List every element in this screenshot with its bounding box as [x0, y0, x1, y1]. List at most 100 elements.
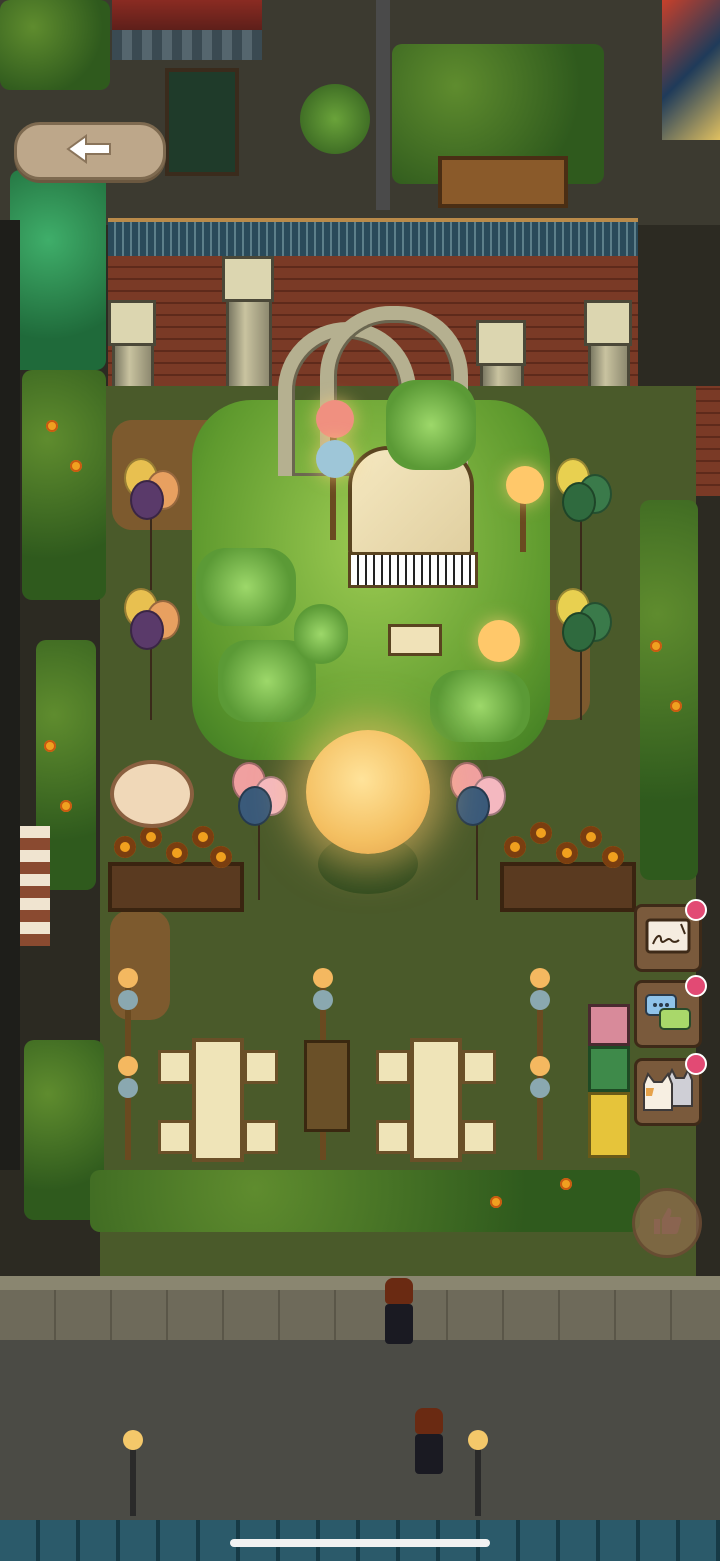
- sunflower: [192, 826, 214, 848]
- chat-bubbles-icon: [644, 991, 692, 1037]
- lamp-ball: [118, 990, 138, 1010]
- park-bench-top: [438, 156, 568, 208]
- street-lamp-light: [468, 1430, 488, 1450]
- npc-character[interactable]: [415, 1408, 443, 1474]
- service-cart[interactable]: [304, 1040, 350, 1132]
- sunflower: [580, 826, 602, 848]
- piano-keys: [348, 552, 478, 588]
- arrow-left-icon: [66, 134, 114, 168]
- balloon: [562, 612, 596, 652]
- bottom-hedge-row: [90, 1170, 640, 1232]
- sunflower: [530, 822, 552, 844]
- pillar-cap: [476, 320, 526, 366]
- lamp-globe: [316, 440, 354, 478]
- sunflower-bed-left: [108, 862, 244, 912]
- character-head: [415, 1408, 443, 1434]
- striped-awning: [20, 826, 50, 946]
- flower-bush: [386, 380, 476, 470]
- pink-locker[interactable]: [588, 1004, 630, 1046]
- thumbs-up-button[interactable]: [632, 1188, 702, 1258]
- teacup-decoration: [110, 760, 194, 828]
- lamp-ball: [530, 990, 550, 1010]
- balloon-string: [580, 640, 582, 720]
- game-scene[interactable]: [0, 0, 720, 1561]
- lamp-globe: [478, 620, 520, 662]
- top-hedge-left: [0, 0, 110, 90]
- street-lamp: [130, 1440, 136, 1516]
- chair[interactable]: [244, 1050, 278, 1084]
- chair[interactable]: [158, 1120, 192, 1154]
- sunflower: [504, 836, 526, 858]
- street-lamp: [475, 1440, 481, 1516]
- chair[interactable]: [244, 1120, 278, 1154]
- lamp-ball: [313, 968, 333, 988]
- sunflower-bed-right: [500, 862, 636, 912]
- notification-badge: [685, 899, 707, 921]
- balloon-string: [150, 640, 152, 720]
- marigold: [560, 1178, 572, 1190]
- character-body: [415, 1434, 443, 1474]
- balloon: [456, 786, 490, 826]
- sidewalk: [0, 1290, 720, 1340]
- road: [0, 1340, 720, 1520]
- pillar-cap: [108, 300, 156, 346]
- chair[interactable]: [158, 1050, 192, 1084]
- lamp-globe: [506, 466, 544, 504]
- chair[interactable]: [462, 1050, 496, 1084]
- marigold: [70, 460, 82, 472]
- marigold: [670, 700, 682, 712]
- mural-wall: [662, 0, 720, 140]
- potted-plant-top: [300, 84, 370, 154]
- sunflower: [166, 842, 188, 864]
- yellow-locker[interactable]: [588, 1092, 630, 1158]
- cats-button[interactable]: [634, 1053, 707, 1126]
- sunflower: [602, 846, 624, 868]
- home-indicator: [230, 1539, 490, 1547]
- pillar-cap: [222, 256, 274, 302]
- sunflower: [114, 836, 136, 858]
- glowing-moon[interactable]: [306, 730, 430, 854]
- marigold: [46, 420, 58, 432]
- balloon-string: [580, 510, 582, 600]
- balloon: [130, 610, 164, 650]
- lamp-ball: [118, 1078, 138, 1098]
- shop-door: [165, 68, 239, 176]
- marigold: [650, 640, 662, 652]
- garden-curb: [0, 1276, 720, 1290]
- chair[interactable]: [376, 1120, 410, 1154]
- notification-badge: [685, 975, 707, 997]
- lamp-ball: [118, 968, 138, 988]
- piano-bench[interactable]: [388, 624, 442, 656]
- left-tree: [10, 170, 106, 370]
- chat-button[interactable]: [634, 975, 707, 1048]
- sunflower: [140, 826, 162, 848]
- player-character[interactable]: [385, 1278, 413, 1344]
- chalkboard-button[interactable]: [634, 899, 707, 972]
- lamp-ball: [530, 1078, 550, 1098]
- lamp-ball: [530, 968, 550, 988]
- shop-roof: [112, 0, 262, 30]
- lamp-globe: [316, 400, 354, 438]
- back-button[interactable]: [14, 122, 166, 180]
- left-hedge: [22, 370, 106, 600]
- pillar-cap: [584, 300, 632, 346]
- right-hedge: [640, 500, 698, 880]
- shop-awning: [112, 30, 262, 60]
- lamp-ball: [530, 1056, 550, 1076]
- lamp-ball: [118, 1056, 138, 1076]
- flower-bush: [196, 548, 296, 626]
- dining-table[interactable]: [192, 1038, 244, 1162]
- balloon: [130, 480, 164, 520]
- chalkboard-icon: [645, 916, 691, 960]
- left-building-dark: [0, 220, 20, 1170]
- chair[interactable]: [376, 1050, 410, 1084]
- chair[interactable]: [462, 1120, 496, 1154]
- dining-table[interactable]: [410, 1038, 462, 1162]
- character-body: [385, 1304, 413, 1344]
- balloon: [238, 786, 272, 826]
- sunflower: [556, 842, 578, 864]
- cats-icon: [642, 1067, 694, 1116]
- green-locker[interactable]: [588, 1046, 630, 1092]
- flower-bush: [430, 670, 530, 742]
- thumbs-up-icon: [650, 1204, 684, 1242]
